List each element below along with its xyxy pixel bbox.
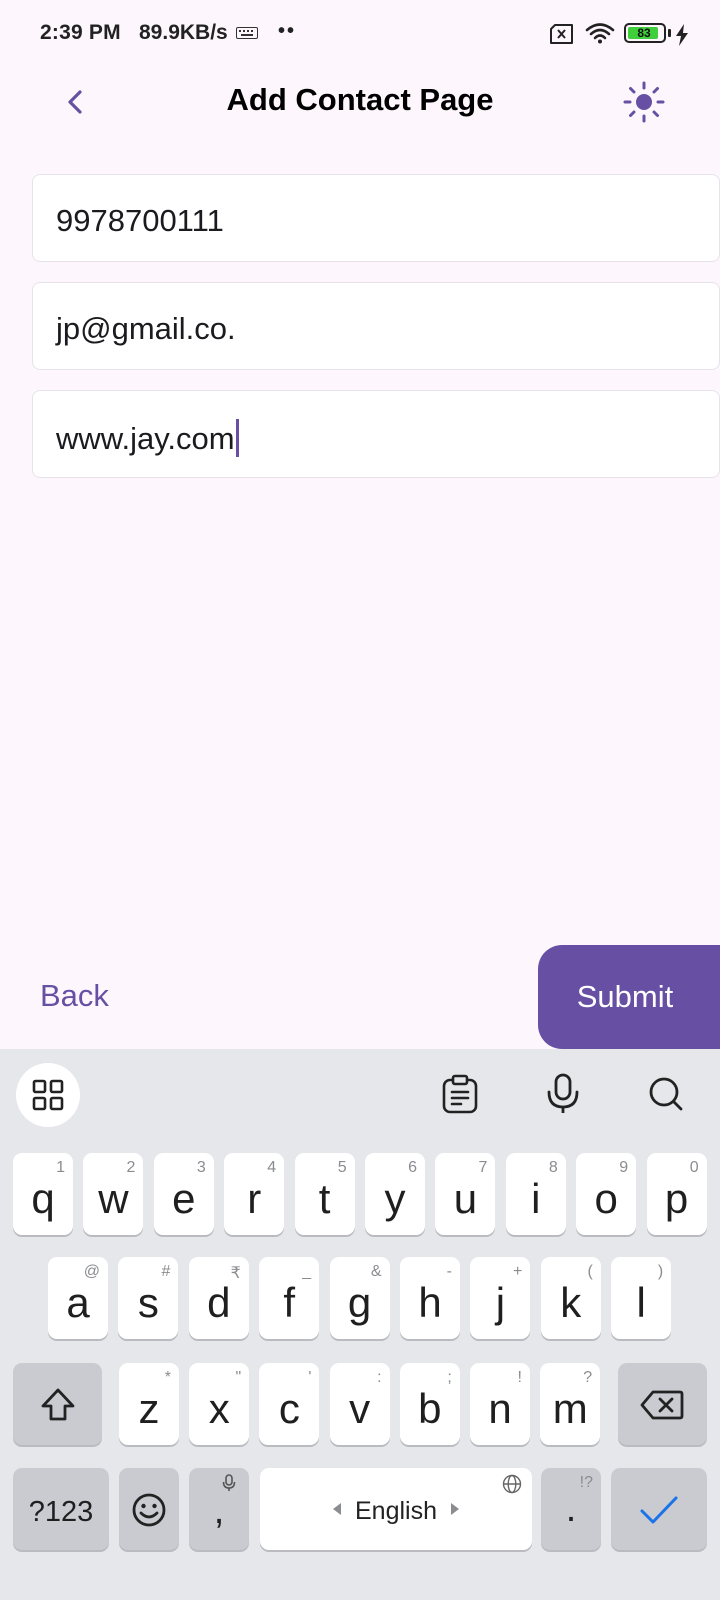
key-e[interactable]: 3e <box>153 1153 214 1235</box>
symbols-key-label: ?123 <box>28 1496 94 1528</box>
key-label: p <box>664 1175 689 1222</box>
key-label: a <box>66 1279 90 1326</box>
network-speed: 89.9KB/s <box>139 21 228 44</box>
key-b[interactable]: ; b <box>399 1363 460 1445</box>
space-key[interactable]: English <box>260 1468 532 1550</box>
key-j[interactable]: + j <box>470 1257 531 1339</box>
phone-value: 9978700111 <box>56 203 224 238</box>
grid-icon <box>32 1079 64 1111</box>
key-label: k <box>560 1279 582 1326</box>
comma-key[interactable]: , <box>189 1468 249 1550</box>
text-cursor <box>235 419 239 457</box>
emoji-key[interactable] <box>119 1468 179 1550</box>
key-d[interactable]: ₹ d <box>188 1257 249 1339</box>
key-label: v <box>349 1385 371 1432</box>
key-h[interactable]: -h <box>400 1257 460 1339</box>
key-y[interactable]: 6y <box>365 1153 425 1235</box>
key-label: l <box>636 1279 646 1326</box>
wifi-icon <box>585 23 615 44</box>
check-icon <box>640 1496 678 1524</box>
key-label: h <box>418 1279 442 1326</box>
key-p[interactable]: 0p <box>646 1153 707 1235</box>
enter-key[interactable] <box>611 1468 707 1550</box>
key-l[interactable]: ) l <box>611 1257 672 1339</box>
key-label: r <box>247 1175 262 1222</box>
shift-icon <box>41 1388 75 1421</box>
key-label: o <box>594 1175 618 1222</box>
on-screen-keyboard: 1q2w3e4r5t6y7u8i9o0p @ a # s ₹ d _ f & g - h + j(k) l … <box>0 1049 720 1600</box>
back-button[interactable]: Back <box>40 978 109 1014</box>
globe-icon <box>502 1474 522 1494</box>
key-w[interactable]: 2w <box>83 1153 144 1235</box>
period-key[interactable]: !? . <box>541 1468 601 1550</box>
keyboard-icon <box>236 27 258 39</box>
submit-button[interactable]: Submit <box>538 945 720 1049</box>
page-title: Add Contact Page <box>226 82 494 117</box>
key-i[interactable]: 8i <box>505 1153 566 1235</box>
key-n[interactable]: ! n <box>470 1363 530 1445</box>
key-f[interactable]: _ f <box>259 1257 320 1339</box>
key-g[interactable]: & g <box>329 1257 390 1339</box>
comma-key-label: , <box>213 1490 225 1532</box>
key-v[interactable]: :v <box>329 1363 390 1445</box>
key-label: e <box>172 1175 196 1222</box>
key-z[interactable]: * z <box>119 1363 179 1445</box>
key-label: g <box>347 1279 372 1326</box>
website-field[interactable]: www.jay.com <box>32 390 720 478</box>
brightness-icon[interactable] <box>622 80 666 124</box>
backspace-icon <box>640 1390 684 1420</box>
key-label: m <box>552 1385 588 1432</box>
status-time: 2:39 PM <box>40 21 121 44</box>
key-label: b <box>418 1385 442 1432</box>
phone-field[interactable]: 9978700111 <box>32 174 720 262</box>
key-label: f <box>283 1279 296 1326</box>
key-label: w <box>98 1175 129 1222</box>
sim-x-icon <box>550 24 573 44</box>
key-label: n <box>488 1385 512 1432</box>
key-c[interactable]: ' c <box>259 1363 320 1445</box>
symbols-key[interactable]: ?123 <box>13 1468 109 1550</box>
period-key-label: . <box>565 1488 577 1530</box>
key-label: i <box>531 1175 541 1222</box>
key-t[interactable]: 5t <box>294 1153 355 1235</box>
battery-icon: 83 <box>624 23 666 43</box>
clipboard-icon[interactable] <box>441 1074 479 1114</box>
microphone-icon[interactable] <box>544 1072 582 1116</box>
space-key-label: English <box>355 1497 437 1525</box>
key-m[interactable]: ? m <box>540 1363 601 1445</box>
key-label: y <box>384 1175 406 1222</box>
key-label: s <box>137 1279 159 1326</box>
arrow-right-icon <box>451 1503 459 1515</box>
key-label: x <box>208 1385 230 1432</box>
battery-level: 83 <box>637 26 651 40</box>
shift-key[interactable] <box>13 1363 102 1445</box>
key-label: d <box>207 1279 231 1326</box>
key-u[interactable]: 7u <box>435 1153 496 1235</box>
emoji-icon <box>132 1493 166 1527</box>
key-a[interactable]: @ a <box>48 1257 108 1339</box>
key-o[interactable]: 9o <box>576 1153 637 1235</box>
keyboard-menu-button[interactable] <box>16 1063 80 1127</box>
key-s[interactable]: # s <box>118 1257 179 1339</box>
key-r[interactable]: 4r <box>224 1153 285 1235</box>
notification-dots: •• <box>278 20 297 42</box>
website-value-wrap: www.jay.com <box>56 419 239 457</box>
charging-bolt-icon <box>676 24 688 46</box>
key-k[interactable]: (k <box>540 1257 601 1339</box>
key-label: t <box>318 1175 331 1222</box>
backspace-key[interactable] <box>618 1363 707 1445</box>
key-x[interactable]: " x <box>189 1363 250 1445</box>
key-q[interactable]: 1q <box>13 1153 73 1235</box>
status-bar: 2:39 PM 89.9KB/s •• 83 <box>0 0 720 70</box>
key-label: j <box>495 1279 506 1326</box>
search-icon[interactable] <box>646 1074 686 1114</box>
website-value: www.jay.com <box>56 421 235 456</box>
key-label: z <box>138 1385 160 1432</box>
app-bar: Add Contact Page <box>0 70 720 156</box>
email-value: jp@gmail.co. <box>56 311 236 346</box>
key-label: c <box>278 1385 300 1432</box>
key-label: q <box>31 1175 55 1222</box>
email-field[interactable]: jp@gmail.co. <box>32 282 720 370</box>
key-label: u <box>453 1175 478 1222</box>
